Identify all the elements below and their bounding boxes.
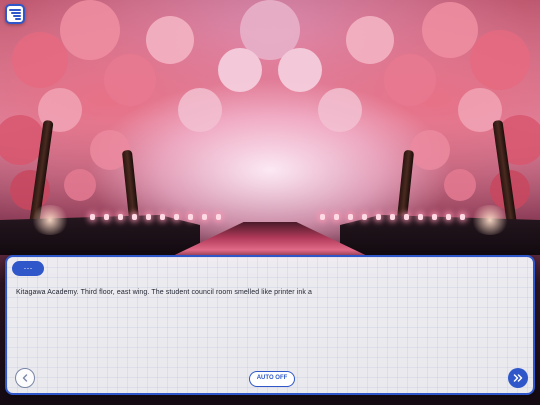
street-light bbox=[30, 205, 70, 235]
menu-icon bbox=[9, 8, 21, 20]
lantern-row-left bbox=[90, 214, 230, 220]
chevron-left-icon bbox=[22, 374, 28, 382]
back-button[interactable] bbox=[15, 368, 35, 388]
next-button[interactable] bbox=[508, 368, 528, 388]
lantern-row-right bbox=[320, 214, 470, 220]
auto-toggle-button[interactable]: AUTO OFF bbox=[249, 371, 295, 387]
dialogue-box[interactable]: ··· Kitagawa Academy. Third floor, east … bbox=[5, 255, 535, 395]
menu-button[interactable] bbox=[5, 4, 25, 24]
street-light bbox=[470, 205, 510, 235]
speaker-name-tag: ··· bbox=[12, 261, 44, 276]
dialogue-text: Kitagawa Academy. Third floor, east wing… bbox=[16, 289, 313, 296]
double-chevron-right-icon bbox=[513, 374, 523, 382]
